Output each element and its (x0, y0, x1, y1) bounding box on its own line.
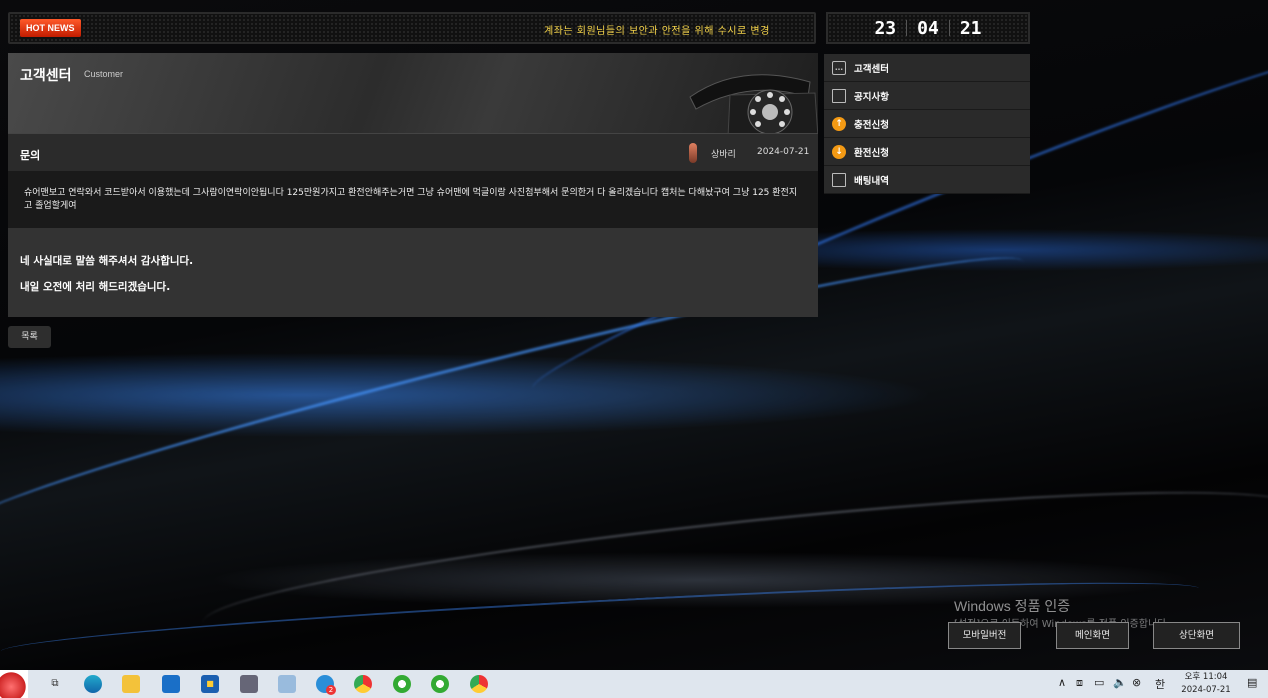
author-level-icon (689, 143, 697, 163)
news-ticker: HOT NEWS 계좌는 회원님들의 보안과 안전을 위해 수시로 변경 (8, 12, 816, 44)
side-menu: … 고객센터 공지사항 ↑ 충전신청 ↓ 환전신청 배팅내역 (824, 54, 1030, 194)
app-icon[interactable] (431, 675, 449, 693)
page-subtitle: Customer (84, 69, 124, 79)
volume-icon[interactable]: 🔈 (1113, 676, 1127, 689)
side-item-deposit[interactable]: ↑ 충전신청 (824, 110, 1030, 138)
arrow-down-icon: ↓ (832, 144, 846, 159)
app-icon[interactable] (393, 675, 411, 693)
document-icon (832, 88, 846, 103)
side-item-withdraw[interactable]: ↓ 환전신청 (824, 138, 1030, 166)
edge-icon[interactable] (84, 675, 102, 693)
side-item-bet-history[interactable]: 배팅내역 (824, 166, 1030, 194)
taskbar-time: 오후 11:04 (1184, 672, 1228, 682)
windows-activation-title: Windows 정품 인증 (954, 598, 1071, 614)
post-date: 2024-07-21 (757, 147, 810, 157)
start-button[interactable] (0, 670, 28, 698)
hot-news-badge: HOT NEWS (20, 19, 81, 37)
reply-line-1: 네 사실대로 말씀 해주셔서 감사합니다. (20, 255, 194, 267)
clock-minutes: 04 (917, 17, 939, 39)
document-icon (832, 172, 846, 187)
side-item-customer-center[interactable]: … 고객센터 (824, 54, 1030, 82)
side-item-label: 배팅내역 (854, 175, 889, 187)
close-circle-icon[interactable]: ⊗ (1132, 676, 1141, 689)
post-header: 문의 상바리 2024-07-21 (8, 133, 818, 171)
news-text: 계좌는 회원님들의 보안과 안전을 위해 수시로 변경 (544, 26, 770, 37)
side-item-label: 고객센터 (854, 63, 889, 75)
customer-center-header: 고객센터 Customer (8, 53, 818, 133)
network-icon[interactable]: ▭ (1094, 676, 1104, 689)
arrow-up-icon: ↑ (832, 116, 846, 131)
telephone-icon (689, 74, 818, 133)
clock-seconds: 21 (959, 17, 982, 39)
side-item-label: 환전신청 (854, 147, 889, 159)
reply-line-2: 내일 오전에 처리 해드리겠습니다. (20, 281, 171, 293)
side-item-label: 공지사항 (854, 91, 889, 103)
chevron-up-icon[interactable]: ∧ (1058, 676, 1066, 689)
post-body: 슈어맨보고 연락와서 코드받아서 이용했는데 그사람이연락이안됩니다 125만원… (8, 171, 818, 228)
side-item-notice[interactable]: 공지사항 (824, 82, 1030, 110)
file-explorer-icon[interactable] (122, 675, 140, 693)
chrome-icon[interactable] (470, 675, 488, 693)
app-tray-icon[interactable]: ⧈ (1076, 676, 1083, 690)
top-screen-button[interactable]: 상단화면 (1153, 622, 1240, 649)
mail-icon[interactable] (162, 675, 180, 693)
app-icon[interactable] (278, 675, 296, 693)
main-screen-button[interactable]: 메인화면 (1056, 622, 1129, 649)
chat-icon: … (832, 60, 846, 75)
ime-indicator[interactable]: 한 (1155, 676, 1165, 692)
taskbar-clock[interactable]: 오후 11:04 2024-07-21 (1180, 671, 1232, 697)
side-item-label: 충전신청 (854, 119, 889, 131)
page-title: 고객센터 (20, 68, 72, 84)
task-view-icon[interactable]: ⧉ (46, 675, 64, 693)
taskbar-date: 2024-07-21 (1181, 685, 1231, 695)
digital-clock: 23 04 21 (826, 12, 1030, 44)
chrome-icon[interactable] (354, 675, 372, 693)
clock-hours: 23 (874, 17, 897, 39)
post-author: 상바리 (711, 150, 736, 160)
notification-icon[interactable]: ▤ (1247, 676, 1257, 689)
admin-reply: 네 사실대로 말씀 해주셔서 감사합니다. 내일 오전에 처리 해드리겠습니다. (8, 228, 818, 317)
taskbar: ⧉ ■ 2 ∧ ⧈ ▭ 🔈 ⊗ 한 오후 11:04 2024-07-21 ▤ (0, 670, 1268, 698)
notification-badge: 2 (326, 685, 336, 695)
calculator-icon[interactable] (240, 675, 258, 693)
list-button[interactable]: 목록 (8, 326, 51, 348)
post-content: 슈어맨보고 연락와서 코드받아서 이용했는데 그사람이연락이안됩니다 125만원… (24, 188, 798, 211)
mobile-version-button[interactable]: 모바일버전 (948, 622, 1021, 649)
post-title: 문의 (20, 149, 41, 162)
app-icon[interactable]: ■ (201, 675, 219, 693)
